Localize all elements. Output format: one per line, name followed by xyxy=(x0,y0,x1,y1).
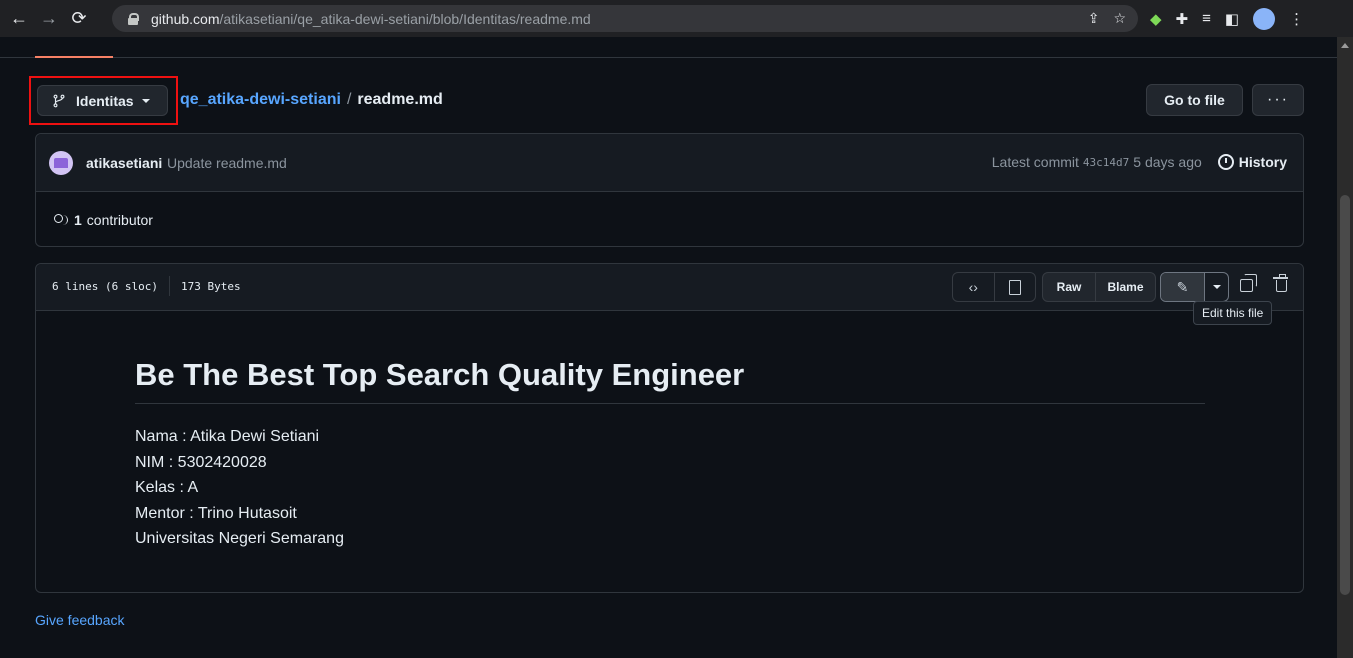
file-name: readme.md xyxy=(357,91,443,108)
people-icon xyxy=(53,214,69,226)
address-bar[interactable]: github.com/atikasetiani/qe_atika-dewi-se… xyxy=(112,5,1138,32)
readme-line: Nama : Atika Dewi Setiani xyxy=(135,428,320,445)
pencil-icon[interactable]: ✎ xyxy=(1161,273,1204,301)
readme-line: Mentor : Trino Hutasoit xyxy=(135,504,297,522)
history-link[interactable]: History xyxy=(1217,154,1287,170)
commit-sha[interactable]: 43c14d7 xyxy=(1083,156,1129,169)
bookmark-star-icon[interactable]: ☆ xyxy=(1113,10,1126,27)
commit-age: 5 days ago xyxy=(1133,154,1202,170)
file-line-count: 6 lines (6 sloc) xyxy=(52,280,158,293)
repo-nav-strip xyxy=(0,37,1337,58)
code-view-icon[interactable]: ‹› xyxy=(953,273,994,301)
commit-message[interactable]: Update readme.md xyxy=(167,155,287,171)
edit-button-group: ✎ xyxy=(1160,272,1229,302)
reading-list-icon[interactable]: ≡ xyxy=(1202,10,1211,27)
side-panel-icon[interactable]: ◧ xyxy=(1225,10,1239,28)
repo-link[interactable]: qe_atika-dewi-setiani xyxy=(180,91,341,109)
more-options-button[interactable]: ··· xyxy=(1252,84,1304,116)
readme-title: Be The Best Top Search Quality Engineer xyxy=(135,357,1205,404)
lock-icon[interactable] xyxy=(128,12,139,25)
scroll-up-arrow-icon[interactable] xyxy=(1341,43,1349,48)
kebab-menu-icon[interactable]: ⋮ xyxy=(1289,10,1304,28)
give-feedback-link[interactable]: Give feedback xyxy=(35,612,125,628)
readme-line: Universitas Negeri Semarang xyxy=(135,530,344,547)
reload-icon[interactable]: ⟳ xyxy=(68,8,90,30)
file-viewer: 6 lines (6 sloc) 173 Bytes ‹› Raw Blame … xyxy=(35,263,1304,593)
view-toggle: ‹› xyxy=(952,272,1036,302)
readme-line: Kelas : A xyxy=(135,479,199,496)
history-icon xyxy=(1217,154,1234,170)
latest-commit-label: Latest commit xyxy=(991,154,1079,170)
url-text[interactable]: github.com/atikasetiani/qe_atika-dewi-se… xyxy=(151,11,591,27)
browser-toolbar: ← → ⟳ github.com/atikasetiani/qe_atika-d… xyxy=(0,0,1353,37)
back-arrow-icon[interactable]: ← xyxy=(8,8,30,30)
contributor-count: 1 xyxy=(74,212,82,228)
file-icon xyxy=(1008,279,1021,295)
commit-author[interactable]: atikasetiani xyxy=(86,155,162,171)
contributor-label: contributor xyxy=(86,212,153,228)
copy-icon[interactable] xyxy=(1240,274,1257,292)
forward-arrow-icon[interactable]: → xyxy=(38,8,60,30)
scrollbar-thumb[interactable] xyxy=(1340,195,1350,595)
file-header: 6 lines (6 sloc) 173 Bytes ‹› Raw Blame … xyxy=(36,264,1303,311)
raw-blame-group: Raw Blame xyxy=(1042,272,1156,302)
readme-line: NIM : 5302420028 xyxy=(135,453,267,471)
trash-icon[interactable] xyxy=(1273,274,1288,292)
highlight-annotation xyxy=(29,76,178,125)
commit-header: atikasetiani Update readme.md Latest com… xyxy=(36,134,1303,192)
profile-avatar[interactable] xyxy=(1253,7,1276,30)
breadcrumb-separator: / xyxy=(346,91,352,108)
puzzle-icon[interactable]: ✚ xyxy=(1176,10,1189,28)
divider xyxy=(168,276,170,296)
go-to-file-button[interactable]: Go to file xyxy=(1146,84,1243,116)
latest-commit-box: atikasetiani Update readme.md Latest com… xyxy=(35,133,1304,247)
share-icon[interactable]: ⇪ xyxy=(1088,10,1100,27)
avatar[interactable] xyxy=(49,151,73,175)
scrollbar[interactable] xyxy=(1337,37,1353,658)
active-tab-underline xyxy=(35,56,113,58)
blame-button[interactable]: Blame xyxy=(1095,273,1155,301)
history-label: History xyxy=(1238,154,1287,170)
extension-icon[interactable]: ◆ xyxy=(1150,10,1162,28)
breadcrumb: qe_atika-dewi-setiani / readme.md xyxy=(180,91,443,109)
contributors-link[interactable]: 1 contributor xyxy=(53,212,153,228)
readme-content: Be The Best Top Search Quality Engineer … xyxy=(135,357,1205,552)
edit-file-tooltip: Edit this file xyxy=(1193,301,1273,325)
preview-button[interactable] xyxy=(993,273,1036,301)
file-size: 173 Bytes xyxy=(180,280,241,293)
raw-button[interactable]: Raw xyxy=(1043,273,1095,301)
edit-dropdown-button[interactable] xyxy=(1204,273,1228,301)
